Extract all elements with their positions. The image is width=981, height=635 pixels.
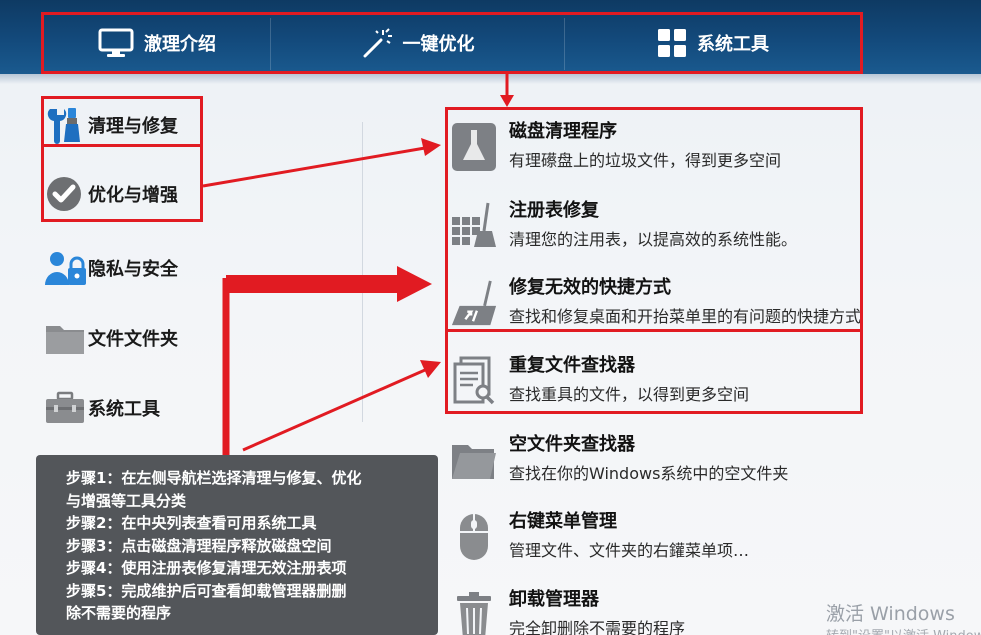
- disk-cleanup-icon: [450, 121, 498, 173]
- step-line: 步骤1：在左侧导航栏选择清理与修复、优化: [66, 469, 362, 487]
- step-line: 除不需要的程序: [66, 604, 172, 622]
- tool-title: 修复无效的快捷方式: [509, 277, 671, 298]
- folder-icon: [44, 318, 88, 358]
- tool-context-menu-manager[interactable]: 右键菜单管理 管理文件、文件夹的右鑵菜单项…: [450, 507, 920, 569]
- registry-repair-icon: [450, 200, 498, 252]
- tool-description: 完全卸删除不需要的程序: [509, 619, 686, 635]
- toolbox-icon: [44, 388, 88, 428]
- sidebar-item-label: 优化与增强: [88, 185, 178, 206]
- tool-description: 管理文件、文件夹的右鑵菜单项…: [509, 541, 750, 560]
- activation-watermark-subtext: 转到"设置"以激活 Windows: [826, 625, 981, 635]
- tab-intro[interactable]: 澈理介绍: [44, 14, 270, 72]
- tool-description: 查找重具的文件，以得到更多空间: [509, 385, 750, 404]
- sidebar-item-privacy-security[interactable]: 隐私与安全: [44, 248, 224, 288]
- brush-wrench-icon: [44, 105, 88, 145]
- steps-panel: 步骤1：在左侧导航栏选择清理与修复、优化 与增强等工具分类 步骤2：在中央列表查…: [36, 455, 438, 635]
- sidebar-item-clean-repair[interactable]: 清理与修复: [44, 105, 224, 145]
- tool-title: 空文件夹查找器: [509, 434, 635, 455]
- tab-system-tools-label: 系统工具: [697, 34, 769, 55]
- mouse-icon: [450, 511, 498, 563]
- sidebar-item-label: 清理与修复: [88, 116, 178, 137]
- tab-system-tools[interactable]: 系统工具: [565, 14, 861, 72]
- tool-title: 注册表修复: [509, 200, 599, 221]
- tool-description: 清理您的注用表，以提高效的系统性能。: [509, 230, 798, 249]
- sidebar-item-label: 文件文件夹: [88, 329, 178, 350]
- activation-watermark: 激活 Windows: [826, 603, 955, 625]
- step-line: 步骤4：使用注册表修复清理无效注册表项: [66, 559, 347, 577]
- tool-description: 查找在你的Windows系统中的空文件夹: [509, 464, 789, 483]
- tool-title: 重复文件查找器: [509, 355, 635, 376]
- tool-description: 查找和修复桌面和开抬菜单里的有问题的快捷方式: [509, 307, 862, 326]
- tool-registry-repair[interactable]: 注册表修复 清理您的注用表，以提高效的系统性能。: [450, 196, 920, 258]
- duplicate-file-icon: [450, 355, 498, 407]
- tab-one-click-optimize-label: 一键优化: [402, 34, 475, 55]
- user-lock-icon: [44, 248, 88, 288]
- check-circle-icon: [44, 174, 88, 214]
- monitor-icon: [98, 28, 134, 58]
- magic-wand-icon: [361, 27, 393, 59]
- top-navigation-bar: 澈理介绍 一键优化 系统工具: [0, 0, 981, 84]
- grid-icon: [657, 28, 687, 58]
- tool-disk-cleanup[interactable]: 磁盘清理程序 有理礤盘上的垃圾文件，得到更多空间: [450, 117, 920, 179]
- step-line: 步骤5：完成维护后可查看卸载管理器删删: [66, 581, 347, 600]
- tool-title: 右键菜单管理: [509, 511, 617, 532]
- step-line: 步骤3：点击磁盘清理程序释放磁盘空间: [66, 536, 332, 555]
- trash-icon: [450, 589, 498, 635]
- column-divider: [362, 122, 363, 422]
- sidebar-item-optimize-enhance[interactable]: 优化与增强: [44, 174, 224, 214]
- tab-intro-label: 澈理介绍: [144, 34, 216, 55]
- tool-title: 卸载管理器: [509, 589, 599, 610]
- sidebar-item-label: 隐私与安全: [88, 259, 178, 280]
- step-line: 步骤2：在中央列表查看可用系统工具: [66, 514, 317, 532]
- tool-description: 有理礤盘上的垃圾文件，得到更多空间: [509, 151, 782, 170]
- sidebar-item-files-folders[interactable]: 文件文件夹: [44, 318, 224, 358]
- tool-duplicate-file-finder[interactable]: 重复文件查找器 查找重具的文件，以得到更多空间: [450, 351, 920, 413]
- tab-one-click-optimize[interactable]: 一键优化: [271, 14, 564, 72]
- tool-shortcut-repair[interactable]: 修复无效的快捷方式 查找和修复桌面和开抬菜单里的有问题的快捷方式: [450, 273, 920, 335]
- sidebar-item-label: 系统工具: [88, 399, 160, 420]
- empty-folder-icon: [450, 434, 498, 486]
- step-line: 与增强等工具分类: [66, 491, 187, 510]
- tool-title: 磁盘清理程序: [509, 121, 617, 142]
- sidebar-item-system-tools[interactable]: 系统工具: [44, 388, 224, 428]
- tool-empty-folder-finder[interactable]: 空文件夹查找器 查找在你的Windows系统中的空文件夹: [450, 430, 920, 492]
- shortcut-repair-icon: [450, 277, 498, 329]
